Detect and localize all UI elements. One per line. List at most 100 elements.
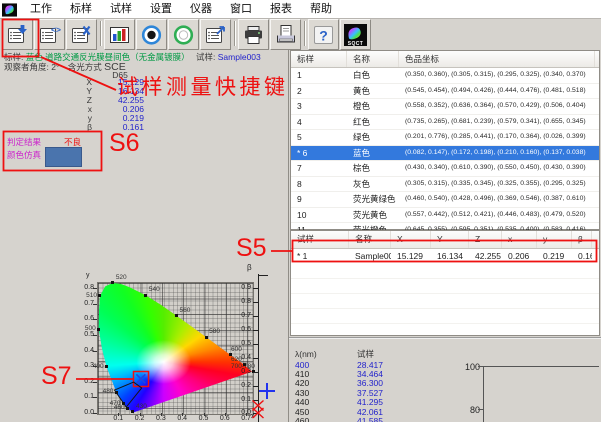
menu-item-settings[interactable]: 设置 <box>141 1 181 18</box>
standards-name: 棕色 <box>347 161 399 176</box>
standards-id: 8 <box>291 177 347 192</box>
x-tick-label: 0.5 <box>196 415 212 422</box>
sce-mode-icon <box>172 24 196 46</box>
menu-item-sample[interactable]: 试样 <box>101 1 141 18</box>
y-axis-label: y <box>86 272 90 280</box>
beta-tick-mark <box>253 358 258 359</box>
beta-axis-top-tick <box>259 275 268 276</box>
empty-row <box>291 309 599 324</box>
header-cell: Y <box>431 231 469 248</box>
compare-icon: <> <box>38 24 62 46</box>
locus-label: 430 <box>136 403 147 410</box>
toolbar: <>? SQCT <box>0 19 601 50</box>
y-tick-label: 0.2 <box>78 378 94 386</box>
toolbar-separator <box>98 19 104 48</box>
menu-item-help[interactable]: 帮助 <box>301 1 341 18</box>
locus-dot <box>98 294 101 297</box>
standards-row[interactable]: 10荧光黄色(0.557, 0.442), (0.512, 0.421), (0… <box>291 208 599 224</box>
beta-tick-mark <box>253 386 258 387</box>
sample-cell: 16.134 <box>431 249 469 264</box>
wavelength-value: 460 <box>295 417 309 422</box>
measure-sample-button[interactable] <box>2 19 33 50</box>
standards-coords: (0.430, 0.340), (0.610, 0.390), (0.550, … <box>399 161 595 176</box>
menu-item-work[interactable]: 工作 <box>21 1 61 18</box>
sci-mode-button[interactable] <box>136 19 167 50</box>
standards-row[interactable]: 3橙色(0.558, 0.352), (0.636, 0.364), (0.57… <box>291 99 599 115</box>
compare-button[interactable]: <> <box>34 19 65 50</box>
standards-row[interactable]: 9荧光黄绿色(0.460, 0.540), (0.428, 0.496), (0… <box>291 192 599 208</box>
standards-row[interactable]: 5绿色(0.201, 0.776), (0.285, 0.441), (0.17… <box>291 130 599 146</box>
menu-item-report[interactable]: 报表 <box>261 1 301 18</box>
locus-label: 490 <box>82 363 104 370</box>
beta-tick-mark <box>253 302 258 303</box>
sqct-button[interactable]: SQCT <box>340 19 371 50</box>
sample-cell: 0.219 <box>537 249 572 264</box>
color-simulation-swatch <box>45 147 82 167</box>
header-cell: X <box>391 231 431 248</box>
sce-mode-button[interactable] <box>168 19 199 50</box>
chart-icon <box>108 24 132 46</box>
standards-coords: (0.460, 0.540), (0.428, 0.496), (0.369, … <box>399 192 595 207</box>
menu-item-standard[interactable]: 标样 <box>61 1 101 18</box>
sample-row[interactable]: * 1Sample00315.12916.13442.2550.2060.219… <box>291 249 599 264</box>
standards-coords: (0.558, 0.352), (0.636, 0.364), (0.570, … <box>399 99 595 114</box>
measure-sample-icon <box>6 24 30 46</box>
header-cell: y <box>537 231 572 248</box>
beta-tick-label: 0.1 <box>236 396 251 404</box>
spectral-sample-value: 41.295 <box>357 398 383 407</box>
print-icon <box>242 24 266 46</box>
delete-sample-button[interactable] <box>66 19 97 50</box>
menu-items: 工作标样试样设置仪器窗口报表帮助 <box>21 1 341 18</box>
spectral-ytick-label: 80 <box>452 405 480 415</box>
standards-row[interactable]: 8灰色(0.305, 0.315), (0.335, 0.345), (0.32… <box>291 177 599 193</box>
standards-row[interactable]: 1白色(0.350, 0.360), (0.305, 0.315), (0.29… <box>291 68 599 84</box>
standards-coords: (0.557, 0.442), (0.512, 0.421), (0.446, … <box>399 208 595 223</box>
standards-name: 灰色 <box>347 177 399 192</box>
standards-id: 4 <box>291 115 347 130</box>
locus-dot <box>144 294 147 297</box>
y-tick-label: 0.7 <box>78 300 94 308</box>
standards-name: 黄色 <box>347 84 399 99</box>
locus-label: 510 <box>75 292 97 299</box>
spectral-sample-value: 36.300 <box>357 379 383 388</box>
empty-row <box>291 264 599 279</box>
locus-dot <box>126 407 129 410</box>
standards-row[interactable]: 2黄色(0.545, 0.454), (0.494, 0.426), (0.44… <box>291 84 599 100</box>
print-button[interactable] <box>238 19 269 50</box>
beta-tick-mark <box>253 400 258 401</box>
locus-dot <box>205 336 208 339</box>
standards-id: 2 <box>291 84 347 99</box>
header-cell: β <box>572 231 592 248</box>
export-button[interactable] <box>200 19 231 50</box>
menu-item-instrument[interactable]: 仪器 <box>181 1 221 18</box>
annotation-s6-text: S6 <box>109 131 140 156</box>
svg-text:?: ? <box>319 27 328 43</box>
menu-item-window[interactable]: 窗口 <box>221 1 261 18</box>
standards-row[interactable]: * 6蓝色(0.082, 0.147), (0.172, 0.198), (0.… <box>291 146 599 162</box>
annotation-s5-text: S5 <box>236 236 267 261</box>
beta-tick-label: 0.6 <box>236 326 251 334</box>
standards-coords: (0.082, 0.147), (0.172, 0.198), (0.210, … <box>399 146 595 161</box>
beta-tick-label: 0.8 <box>236 298 251 306</box>
standards-name: 橙色 <box>347 99 399 114</box>
beta-tick-mark <box>253 288 258 289</box>
beta-tick-mark <box>253 372 258 373</box>
locus-label: 480 <box>91 388 113 395</box>
locus-label: 560 <box>179 307 190 314</box>
standards-id: 3 <box>291 99 347 114</box>
samples-header: 试样名称XYZxyβ <box>291 231 599 249</box>
standards-row[interactable]: 4红色(0.735, 0.265), (0.681, 0.239), (0.57… <box>291 115 599 131</box>
chart-button[interactable] <box>104 19 135 50</box>
x-tick-label: 0.1 <box>110 415 126 422</box>
standards-name: 红色 <box>347 115 399 130</box>
standards-row[interactable]: 7棕色(0.430, 0.340), (0.610, 0.390), (0.55… <box>291 161 599 177</box>
help-button[interactable]: ? <box>308 19 339 50</box>
standards-coords: (0.305, 0.315), (0.335, 0.345), (0.325, … <box>399 177 595 192</box>
wavelength-value: 440 <box>295 398 309 407</box>
empty-row <box>291 279 599 294</box>
spectral-panel: λ(nm) 试样 40028.41741034.46442036.3004303… <box>289 337 601 422</box>
x-tick-label: 0.3 <box>153 415 169 422</box>
print-preview-button[interactable] <box>270 19 301 50</box>
locus-dot <box>175 314 178 317</box>
beta-tick-label: 0.7 <box>236 312 251 320</box>
